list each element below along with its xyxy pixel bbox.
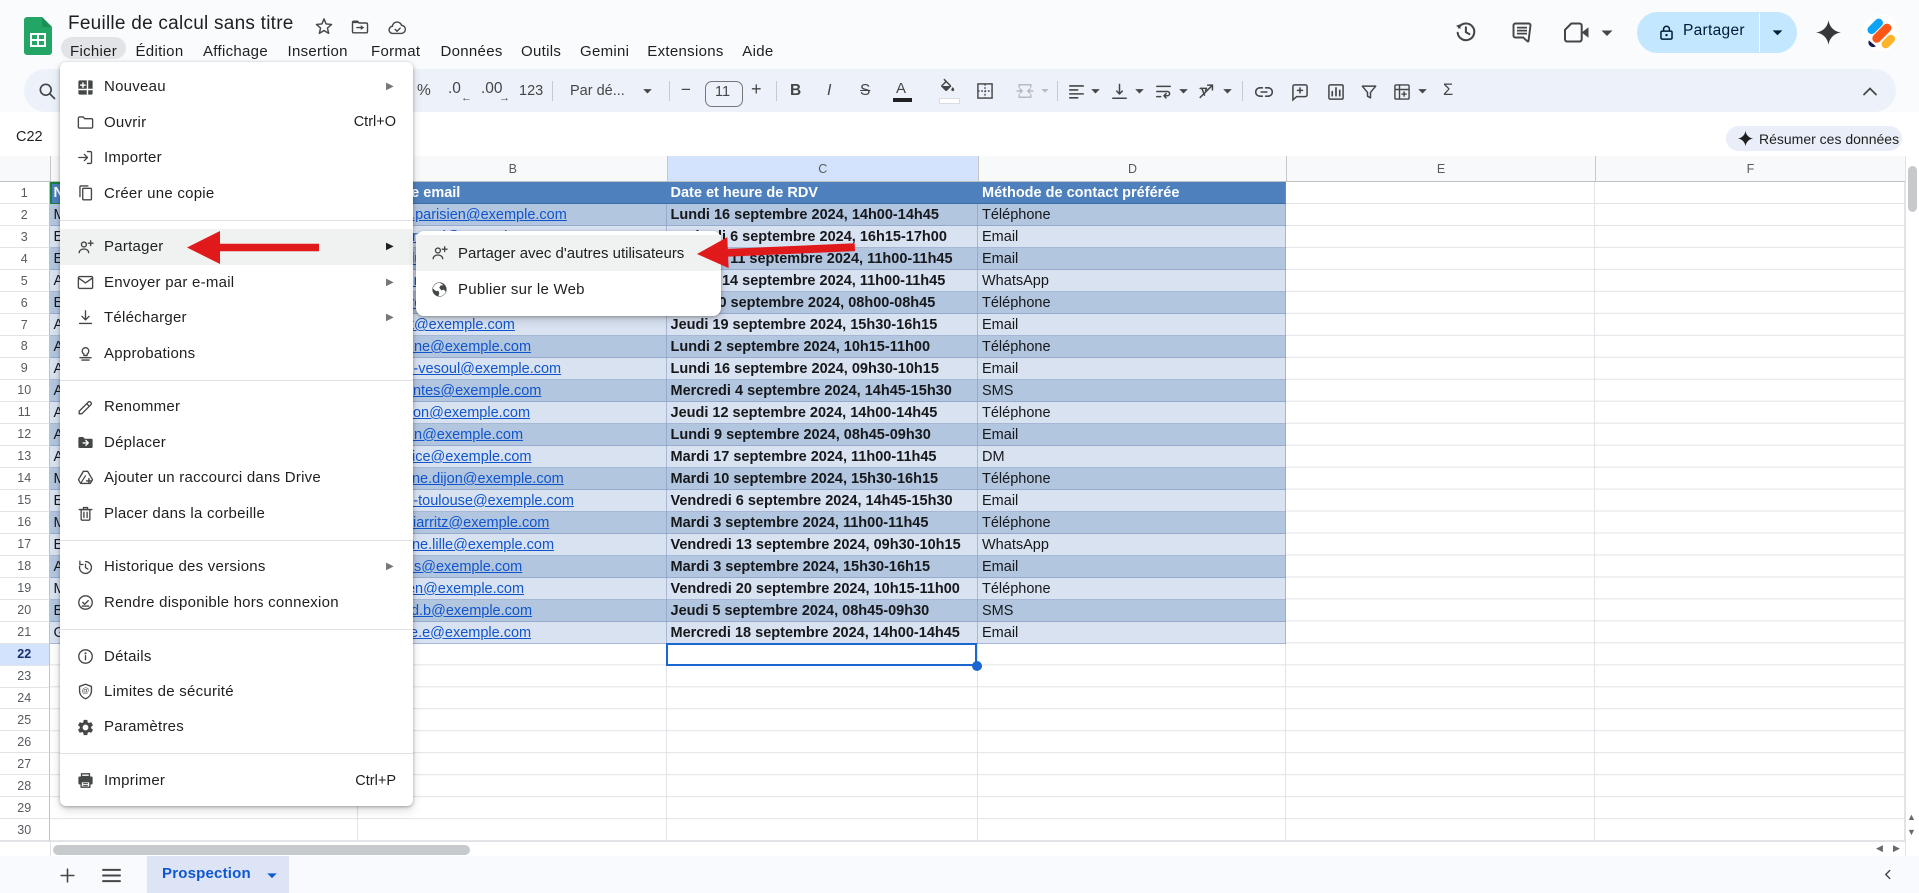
svg-text:@: @ (82, 686, 90, 695)
